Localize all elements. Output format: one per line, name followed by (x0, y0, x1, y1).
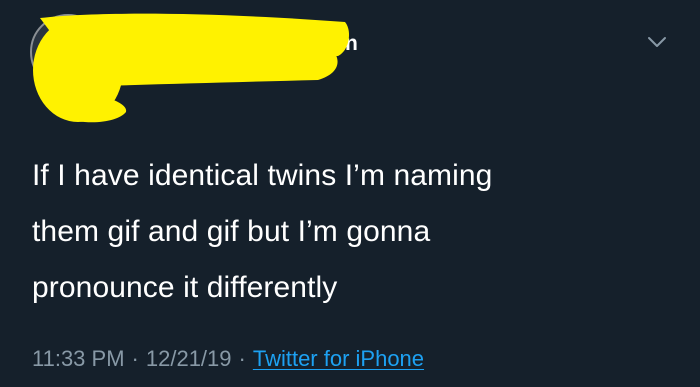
tweet-text-line: If I have identical twins I’m naming (32, 159, 493, 192)
chevron-down-icon[interactable] (646, 34, 668, 50)
tweet-source-link[interactable]: Twitter for iPhone (253, 346, 424, 371)
tweet-text: If I have identical twins I’m naming the… (32, 148, 652, 316)
meta-separator: · (238, 346, 246, 371)
tweet-card: n If I have identical twins I’m naming t… (0, 0, 700, 387)
tweet-text-line: pronounce it differently (32, 271, 338, 304)
meta-separator: · (131, 346, 139, 371)
tweet-date[interactable]: 12/21/19 (146, 346, 232, 371)
tweet-time[interactable]: 11:33 PM (32, 346, 125, 371)
tweet-text-line: them gif and gif but I’m gonna (32, 215, 431, 248)
avatar[interactable] (30, 14, 106, 90)
tweet-metadata: 11:33 PM · 12/21/19 · Twitter for iPhone (32, 346, 424, 372)
display-name[interactable]: n (345, 32, 358, 56)
